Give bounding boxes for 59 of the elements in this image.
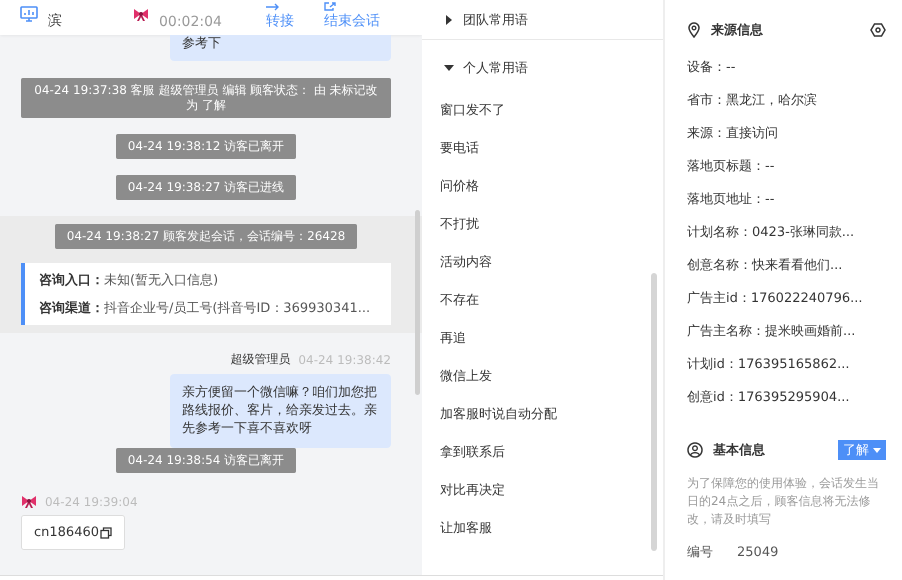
phrase-item[interactable]: 要电话 <box>422 130 663 168</box>
phrase-group-header[interactable]: 团队常用语 <box>422 0 663 34</box>
info-field: 来源：直接访问 <box>687 124 886 157</box>
info-field: 广告主id：176022240796... <box>687 289 886 322</box>
system-notice: 04-24 19:37:38 客服 超级管理员 编辑 顾客状态： 由 未标记改为 了解 <box>21 78 391 118</box>
field-label: 咨询渠道： <box>39 301 104 316</box>
info-field: 落地页地址：-- <box>687 190 886 223</box>
info-field: 计划名称：0423-张琳同款... <box>687 223 886 256</box>
exit-icon <box>324 2 336 11</box>
phrase-group-header[interactable]: 个人常用语 <box>422 40 663 82</box>
scrollbar[interactable] <box>651 273 657 551</box>
info-field: 创意id：176395295904... <box>687 388 886 421</box>
section-title: 来源信息 <box>711 22 763 39</box>
section-title: 基本信息 <box>713 442 765 459</box>
info-field: 广告主名称：提米映画婚前... <box>687 322 886 355</box>
phrase-item[interactable]: 窗口发不了 <box>422 92 663 130</box>
copy-icon[interactable] <box>100 526 112 538</box>
info-field: 计划id：176395165862... <box>687 355 886 388</box>
message-bubble: 参考下 <box>170 35 391 61</box>
field-value: 抖音企业号/员工号(抖音号ID：369930341... <box>104 301 370 316</box>
message-time: 04-24 19:38:42 <box>298 352 391 366</box>
sender-name: 超级管理员 <box>230 351 290 368</box>
location-pin-icon <box>687 22 701 38</box>
phrase-item[interactable]: 对比再决定 <box>422 472 663 510</box>
user-icon <box>687 442 703 458</box>
field-value: 未知(暂无入口信息) <box>104 273 218 288</box>
system-notice: 04-24 19:38:12 访客已离开 <box>116 134 296 159</box>
message-time: 04-24 19:39:04 <box>45 495 138 509</box>
info-note: 为了保障您的使用体验，会话发生当日的24点之后，顾客信息将无法修改，请及时填写 <box>687 475 880 528</box>
phrase-item[interactable]: 不存在 <box>422 282 663 320</box>
hexagon-icon[interactable] <box>870 22 886 38</box>
session-time: 00:02:04 <box>159 14 222 30</box>
monitor-icon <box>20 6 38 22</box>
phrase-item[interactable]: 让加客服 <box>422 510 663 548</box>
info-field: 落地页标题：-- <box>687 157 886 190</box>
phrase-item[interactable]: 活动内容 <box>422 244 663 282</box>
field-value: 25049 <box>737 545 778 560</box>
bow-icon <box>21 495 37 509</box>
message-text: cn186460 <box>34 525 100 540</box>
phrase-item[interactable]: 加客服时说自动分配 <box>422 396 663 434</box>
system-notice: 04-24 19:38:27 顾客发起会话，会话编号：26428 <box>54 224 358 249</box>
message-bubble: 亲方便留一个微信嘛？咱们加您把路线报价、客片，给亲发过去。亲先参考一下喜不喜欢呀 <box>170 374 391 448</box>
phrase-item[interactable]: 微信上发 <box>422 358 663 396</box>
system-notice: 04-24 19:38:54 访客已离开 <box>116 448 296 473</box>
phrase-item[interactable]: 再追 <box>422 320 663 358</box>
phrase-item[interactable]: 不打扰 <box>422 206 663 244</box>
info-field: 创意名称：快来看看他们... <box>687 256 886 289</box>
field-label: 咨询入口： <box>39 273 104 288</box>
phrase-item[interactable]: 问价格 <box>422 168 663 206</box>
caret-down-icon <box>873 448 881 452</box>
arrow-right-icon <box>266 3 280 11</box>
system-notice: 04-24 19:38:27 访客已进线 <box>116 175 296 200</box>
bow-icon <box>133 8 149 22</box>
location-text: 滨 <box>48 12 62 30</box>
info-field: 设备：-- <box>687 58 886 91</box>
scrollbar[interactable] <box>415 210 420 395</box>
info-field: 省市：黑龙江，哈尔滨 <box>687 91 886 124</box>
field-label: 编号 <box>687 545 713 560</box>
phrase-item[interactable]: 拿到联系后 <box>422 434 663 472</box>
